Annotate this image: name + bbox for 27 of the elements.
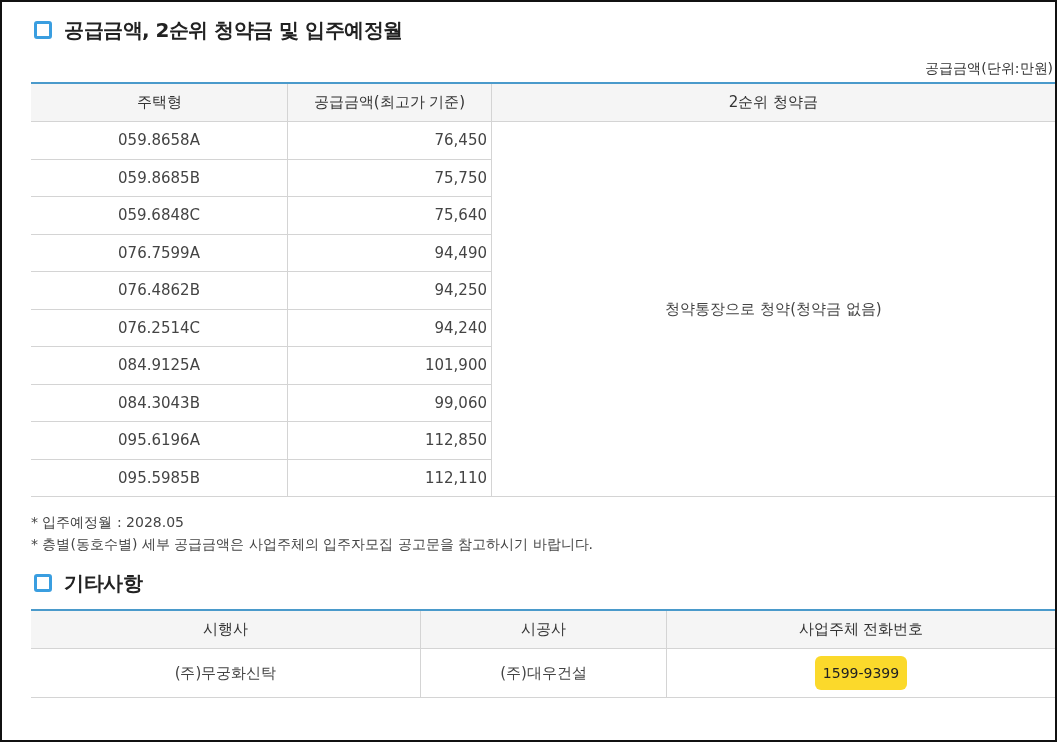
table-cell: 076.2514C bbox=[31, 309, 288, 347]
square-icon bbox=[34, 574, 52, 592]
table-cell: 084.9125A bbox=[31, 346, 288, 384]
column-header: 사업주체 전화번호 bbox=[666, 610, 1055, 649]
section-title: 기타사항 bbox=[64, 569, 142, 597]
table-cell: 076.4862B bbox=[31, 271, 288, 309]
square-icon bbox=[34, 21, 52, 39]
table-cell: (주)무궁화신탁 bbox=[31, 648, 421, 698]
unit-note: 공급금액(단위:만원) bbox=[924, 60, 1054, 78]
note-text: * 입주예정월 : 2028.05 bbox=[31, 513, 185, 532]
column-header: 시행사 bbox=[31, 610, 421, 649]
phone-number-badge: 1599-9399 bbox=[814, 656, 908, 690]
table-cell: 095.6196A bbox=[31, 421, 288, 459]
table-cell: 095.5985B bbox=[31, 459, 288, 497]
column-header: 주택형 bbox=[31, 83, 288, 122]
section-title: 공급금액, 2순위 청약금 및 입주예정월 bbox=[64, 16, 403, 44]
column-header: 시공사 bbox=[420, 610, 667, 649]
table-cell: 76,450 bbox=[287, 121, 492, 159]
table-cell: 059.6848C bbox=[31, 196, 288, 234]
column-header: 2순위 청약금 bbox=[491, 83, 1055, 122]
table-cell: 076.7599A bbox=[31, 234, 288, 272]
table-cell: 059.8685B bbox=[31, 159, 288, 197]
table-cell: 059.8658A bbox=[31, 121, 288, 159]
column-header: 공급금액(최고가 기준) bbox=[287, 83, 492, 122]
table-cell: 084.3043B bbox=[31, 384, 288, 422]
table-cell: (주)대우건설 bbox=[420, 648, 667, 698]
note-text: * 층별(동호수별) 세부 공급금액은 사업주체의 입주자모집 공고문을 참고하시기 바랍니다. bbox=[31, 535, 594, 554]
